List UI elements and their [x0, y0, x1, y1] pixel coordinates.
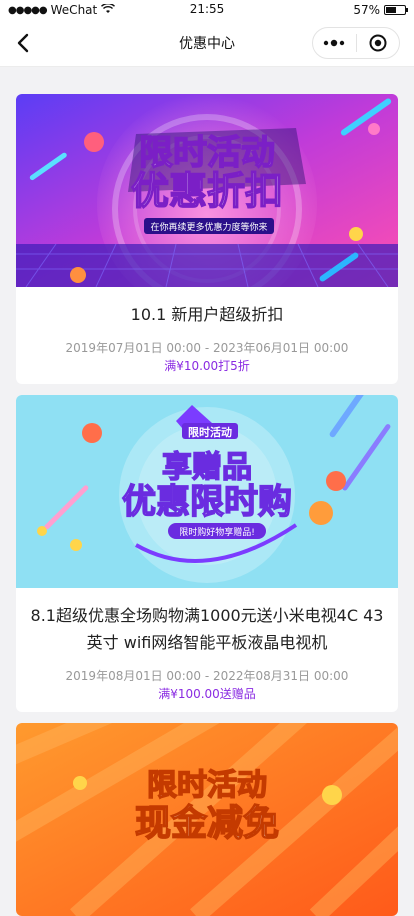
- coupon-banner-image: 限时活动 现金减免: [16, 723, 398, 916]
- coupon-rule: 满¥10.00打5折: [164, 359, 250, 373]
- banner-tagline: 限时购好物享赠品!: [179, 526, 255, 538]
- banner-headline-1: 享赠品: [162, 450, 252, 485]
- coupon-title: 10.1 新用户超级折扣: [130, 305, 284, 324]
- battery-percent: 57%: [353, 3, 380, 17]
- coupon-list: 限时活动 优惠折扣 在你再续更多优惠力度等你来 10.1 新用户超级折扣 201…: [0, 67, 414, 916]
- banner-headline-2: 优惠折扣: [131, 169, 283, 213]
- more-button[interactable]: [313, 28, 356, 58]
- banner-headline-1: 限时活动: [147, 768, 267, 803]
- signal-icon: ●●●●●: [8, 4, 48, 16]
- coupon-card[interactable]: 限时活动 享赠品 优惠限时购 限时购好物享赠品! 8.1超级优惠全场购物满100…: [16, 395, 398, 712]
- coupon-title: 8.1超级优惠全场购物满1000元送小米电视4C 43英寸 wifi网络智能平板…: [30, 606, 384, 652]
- close-button[interactable]: [357, 28, 400, 58]
- wifi-icon: [101, 2, 116, 17]
- banner-headline-2: 现金减免: [135, 802, 279, 844]
- battery-icon: [384, 5, 408, 15]
- carrier-label: WeChat: [50, 3, 98, 17]
- coupon-banner-image: 限时活动 享赠品 优惠限时购 限时购好物享赠品!: [16, 395, 398, 588]
- banner-badge: 限时活动: [188, 425, 232, 439]
- coupon-card[interactable]: 限时活动 优惠折扣 在你再续更多优惠力度等你来 10.1 新用户超级折扣 201…: [16, 94, 398, 384]
- coupon-banner-image: 限时活动 优惠折扣 在你再续更多优惠力度等你来: [16, 94, 398, 287]
- status-bar: ●●●●● WeChat 21:55 57%: [0, 0, 414, 20]
- banner-headline-1: 限时活动: [139, 133, 275, 173]
- coupon-rule: 满¥100.00送赠品: [158, 687, 256, 701]
- banner-tagline: 在你再续更多优惠力度等你来: [150, 221, 267, 233]
- nav-bar: 优惠中心: [0, 20, 414, 67]
- mini-program-capsule: [312, 27, 400, 59]
- back-button[interactable]: [8, 28, 38, 58]
- target-close-icon: [369, 34, 387, 52]
- banner-headline-2: 优惠限时购: [122, 482, 292, 522]
- coupon-card[interactable]: 限时活动 现金减免: [16, 723, 398, 916]
- coupon-validity: 2019年07月01日 00:00 - 2023年06月01日 00:00: [65, 341, 349, 355]
- more-dots-icon: [324, 39, 345, 47]
- chevron-left-icon: [17, 33, 29, 53]
- coupon-validity: 2019年08月01日 00:00 - 2022年08月31日 00:00: [65, 669, 349, 683]
